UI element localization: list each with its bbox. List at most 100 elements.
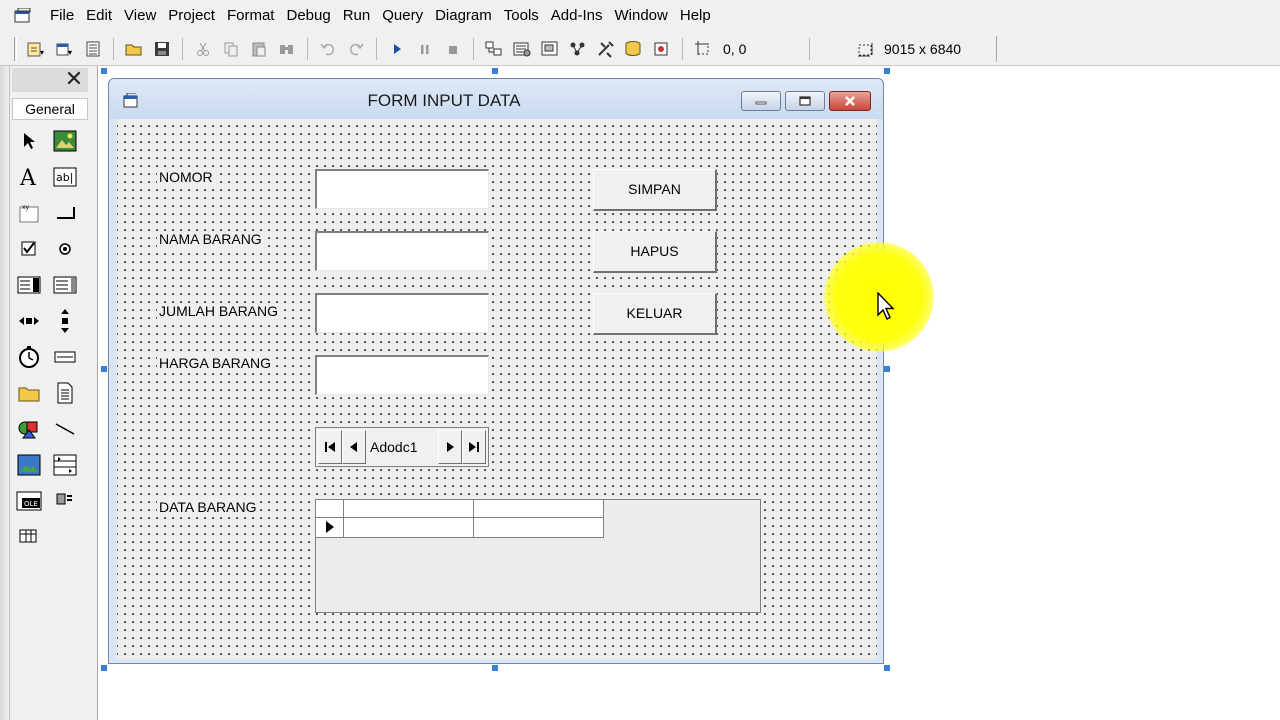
grid-cell[interactable] bbox=[474, 518, 604, 538]
grid-column-header[interactable] bbox=[344, 500, 474, 518]
picturebox-icon[interactable] bbox=[52, 128, 78, 154]
menu-query[interactable]: Query bbox=[376, 0, 429, 32]
menu-project[interactable]: Project bbox=[162, 0, 221, 32]
data-view-icon[interactable] bbox=[622, 37, 646, 61]
find-icon[interactable] bbox=[275, 37, 299, 61]
resize-handle[interactable] bbox=[101, 665, 107, 671]
keluar-button[interactable]: KELUAR bbox=[593, 293, 717, 335]
vb-app-icon[interactable] bbox=[12, 5, 34, 27]
cut-icon[interactable] bbox=[191, 37, 215, 61]
break-icon[interactable] bbox=[413, 37, 437, 61]
vscrollbar-tool-icon[interactable] bbox=[52, 308, 78, 334]
move-first-icon[interactable] bbox=[318, 430, 342, 464]
menu-add-ins[interactable]: Add-Ins bbox=[545, 0, 609, 32]
object-browser-icon[interactable] bbox=[566, 37, 590, 61]
label-data-barang[interactable]: DATA BARANG bbox=[157, 499, 259, 515]
label-tool-icon[interactable]: A bbox=[16, 164, 42, 190]
toolbar-separator bbox=[473, 37, 474, 60]
shape-tool-icon[interactable] bbox=[16, 416, 42, 442]
toolbar-grip[interactable] bbox=[14, 36, 17, 61]
save-project-icon[interactable] bbox=[150, 37, 174, 61]
checkbox-tool-icon[interactable] bbox=[16, 236, 42, 262]
grid-column-header[interactable] bbox=[474, 500, 604, 518]
menu-diagram[interactable]: Diagram bbox=[429, 0, 498, 32]
form-title-bar[interactable]: FORM INPUT DATA bbox=[109, 79, 883, 119]
pointer-icon[interactable] bbox=[16, 128, 42, 154]
project-explorer-icon[interactable] bbox=[482, 37, 506, 61]
move-last-icon[interactable] bbox=[462, 430, 486, 464]
maximize-button[interactable] bbox=[785, 91, 825, 111]
menu-window[interactable]: Window bbox=[609, 0, 674, 32]
menu-file[interactable]: File bbox=[44, 0, 80, 32]
dirlistbox-tool-icon[interactable] bbox=[16, 380, 42, 406]
menu-format[interactable]: Format bbox=[221, 0, 281, 32]
adodc-data-control[interactable]: Adodc1 bbox=[315, 427, 489, 467]
form-canvas[interactable]: NOMOR NAMA BARANG JUMLAH BARANG HARGA BA… bbox=[117, 119, 877, 659]
label-jumlah-barang[interactable]: JUMLAH BARANG bbox=[157, 303, 281, 319]
menu-edit[interactable]: Edit bbox=[80, 0, 118, 32]
grid-cell[interactable] bbox=[344, 518, 474, 538]
menu-debug[interactable]: Debug bbox=[280, 0, 336, 32]
resize-handle[interactable] bbox=[884, 68, 890, 74]
redo-icon[interactable] bbox=[344, 37, 368, 61]
form-layout-icon[interactable] bbox=[538, 37, 562, 61]
resize-handle[interactable] bbox=[884, 366, 890, 372]
label-nomor[interactable]: NOMOR bbox=[157, 169, 215, 185]
form-designer-window[interactable]: FORM INPUT DATA NOMOR NAMA BARANG JUMLAH… bbox=[108, 78, 884, 664]
timer-tool-icon[interactable] bbox=[16, 344, 42, 370]
textbox-jumlah-barang[interactable] bbox=[315, 293, 489, 333]
filelistbox-tool-icon[interactable] bbox=[52, 380, 78, 406]
undo-icon[interactable] bbox=[316, 37, 340, 61]
resize-handle[interactable] bbox=[101, 366, 107, 372]
simpan-button[interactable]: SIMPAN bbox=[593, 169, 717, 211]
properties-window-icon[interactable] bbox=[510, 37, 534, 61]
datagrid-tool-icon[interactable] bbox=[16, 524, 42, 550]
optionbutton-tool-icon[interactable] bbox=[52, 236, 78, 262]
adodc-tool-icon[interactable] bbox=[52, 488, 78, 514]
resize-handle[interactable] bbox=[101, 68, 107, 74]
drivelistbox-tool-icon[interactable] bbox=[52, 344, 78, 370]
textbox-nama-barang[interactable] bbox=[315, 231, 489, 271]
component-manager-icon[interactable] bbox=[650, 37, 674, 61]
close-button[interactable] bbox=[829, 91, 871, 111]
stop-icon[interactable] bbox=[441, 37, 465, 61]
copy-icon[interactable] bbox=[219, 37, 243, 61]
ole-tool-icon[interactable]: OLE bbox=[16, 488, 42, 514]
textbox-nomor[interactable] bbox=[315, 169, 489, 209]
toolbox-icon[interactable] bbox=[594, 37, 618, 61]
menu-tools[interactable]: Tools bbox=[498, 0, 545, 32]
move-next-icon[interactable] bbox=[438, 430, 462, 464]
grid-row-selector[interactable] bbox=[316, 518, 344, 538]
toolbox-dock-grip[interactable] bbox=[0, 66, 10, 720]
label-harga-barang[interactable]: HARGA BARANG bbox=[157, 355, 274, 371]
toolbox-tab-general[interactable]: General bbox=[12, 98, 88, 120]
menu-view[interactable]: View bbox=[118, 0, 162, 32]
image-tool-icon[interactable] bbox=[16, 452, 42, 478]
line-tool-icon[interactable] bbox=[52, 416, 78, 442]
resize-handle[interactable] bbox=[492, 665, 498, 671]
commandbutton-tool-icon[interactable] bbox=[52, 200, 78, 226]
datagrid-data-barang[interactable] bbox=[315, 499, 761, 613]
hapus-button[interactable]: HAPUS bbox=[593, 231, 717, 273]
menu-editor-icon[interactable] bbox=[81, 37, 105, 61]
listbox-tool-icon[interactable] bbox=[52, 272, 78, 298]
hscrollbar-tool-icon[interactable] bbox=[16, 308, 42, 334]
paste-icon[interactable] bbox=[247, 37, 271, 61]
menu-run[interactable]: Run bbox=[337, 0, 377, 32]
open-project-icon[interactable] bbox=[122, 37, 146, 61]
start-run-icon[interactable] bbox=[385, 37, 409, 61]
minimize-button[interactable] bbox=[741, 91, 781, 111]
resize-handle[interactable] bbox=[492, 68, 498, 74]
add-form-icon[interactable]: ▾ bbox=[53, 37, 77, 61]
move-previous-icon[interactable] bbox=[342, 430, 366, 464]
textbox-harga-barang[interactable] bbox=[315, 355, 489, 395]
combobox-tool-icon[interactable] bbox=[16, 272, 42, 298]
frame-tool-icon[interactable]: xy bbox=[16, 200, 42, 226]
textbox-tool-icon[interactable]: ab| bbox=[52, 164, 78, 190]
close-icon[interactable]: ✕ bbox=[62, 68, 86, 92]
menu-help[interactable]: Help bbox=[674, 0, 717, 32]
data-tool-icon[interactable] bbox=[52, 452, 78, 478]
label-nama-barang[interactable]: NAMA BARANG bbox=[157, 231, 264, 247]
add-project-icon[interactable]: ▾ bbox=[25, 37, 49, 61]
resize-handle[interactable] bbox=[884, 665, 890, 671]
